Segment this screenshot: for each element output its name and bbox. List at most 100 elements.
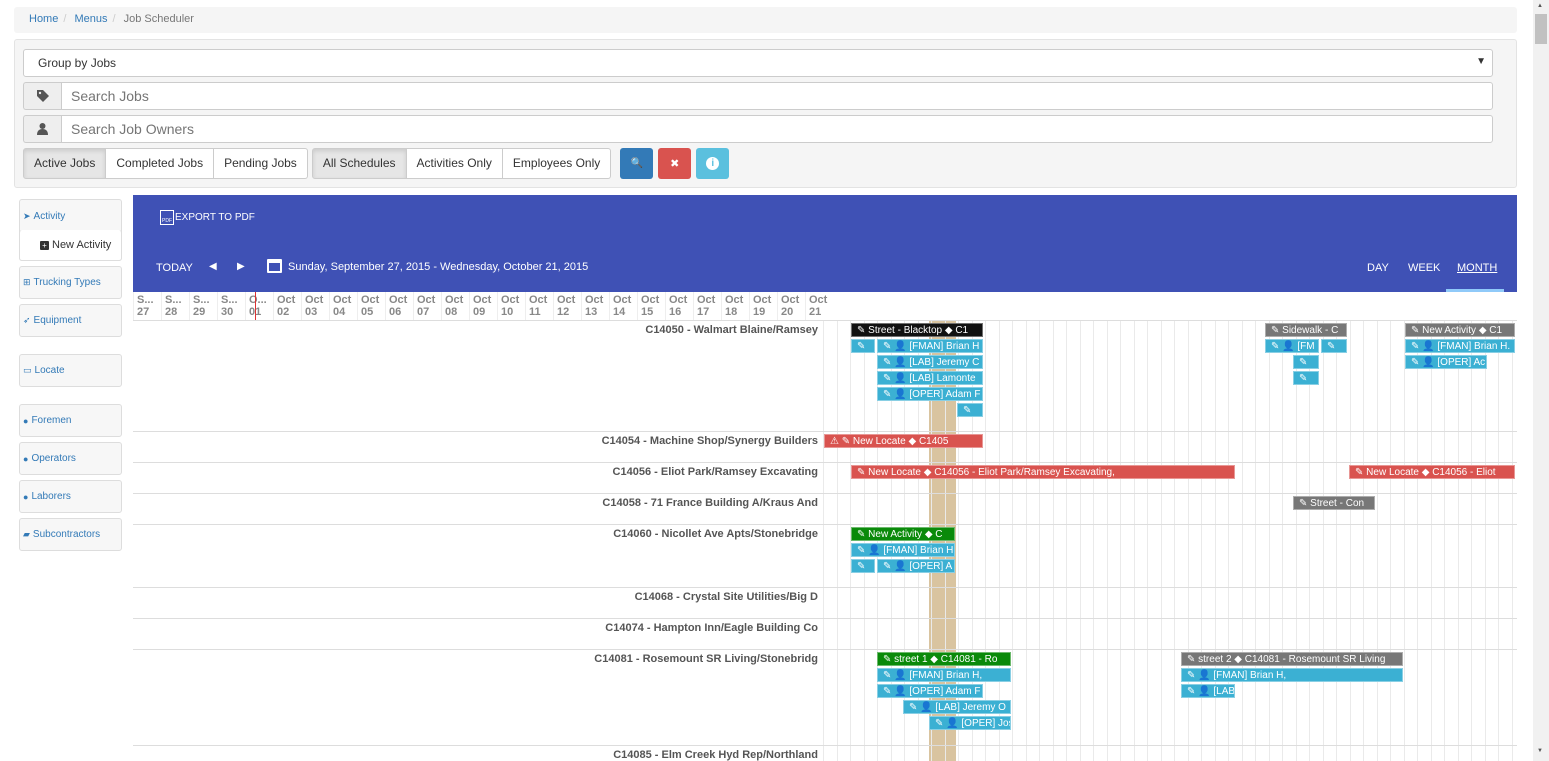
breadcrumb-menus-link[interactable]: Menus xyxy=(74,13,107,25)
breadcrumb-home-link[interactable]: Home xyxy=(29,13,58,25)
day-header: Oct 16 xyxy=(665,292,693,320)
schedule-event[interactable]: ✎ 👤 [FMAN] Brian H, xyxy=(1181,668,1403,682)
scrollbar-thumb[interactable] xyxy=(1535,14,1547,44)
scheduler: PDF EXPORT TO PDF TODAY ◀ ▶ Sunday, Septe… xyxy=(133,195,1517,761)
day-header-month: S... xyxy=(165,294,182,306)
info-button[interactable]: i xyxy=(696,148,730,179)
schedule-event[interactable]: ✎ xyxy=(1293,371,1319,385)
row-divider xyxy=(133,493,1517,494)
schedule-event[interactable]: ✎ xyxy=(851,559,875,573)
schedule-event[interactable]: ✎ 👤 [OPER] Adam F xyxy=(877,684,983,698)
schedule-event[interactable]: ✎ 👤 [LAB xyxy=(1181,684,1235,698)
schedule-event[interactable]: ✎ 👤 [FMAN] Brian H, xyxy=(877,668,1011,682)
day-header: Oct 10 xyxy=(497,292,525,320)
scrollbar[interactable]: ▲ ▼ xyxy=(1533,0,1549,761)
schedule-event[interactable]: ✎ Street - Blacktop ◆ C1 xyxy=(851,323,983,337)
day-header: Oct 19 xyxy=(749,292,777,320)
day-header: Oct 11 xyxy=(525,292,553,320)
rocket-icon: ➶ xyxy=(23,315,31,325)
sidebar-item-label: Subcontractors xyxy=(32,529,101,540)
active-jobs-button[interactable]: Active Jobs xyxy=(23,148,107,179)
schedule-event[interactable]: ✎ 👤 [FMAN] Brian H xyxy=(851,543,955,557)
day-header-date: 08 xyxy=(445,306,458,318)
day-header-month: S... xyxy=(137,294,154,306)
grid-line xyxy=(1039,320,1040,761)
day-header-date: 13 xyxy=(585,306,598,318)
sidebar-item-label: New Activity xyxy=(52,239,112,251)
schedule-event[interactable]: ✎ 👤 [FMAN] Brian H. xyxy=(1405,339,1515,353)
schedule-event[interactable]: ✎ 👤 [LAB] Jeremy C xyxy=(877,355,983,369)
schedule-event[interactable]: ✎ xyxy=(1293,355,1319,369)
grid-line xyxy=(1107,320,1108,761)
today-button[interactable]: TODAY xyxy=(156,262,193,274)
view-month-button[interactable]: MONTH xyxy=(1457,262,1497,274)
view-week-button[interactable]: WEEK xyxy=(1408,262,1440,274)
schedule-event[interactable]: ✎ 👤 [OPER] Adam F xyxy=(877,387,983,401)
sidebar-item-foremen[interactable]: ● Foremen xyxy=(19,404,122,437)
prev-arrow-icon[interactable]: ◀ xyxy=(209,261,217,272)
schedule-event[interactable]: ✎ 👤 [LAB] Lamonte xyxy=(877,371,983,385)
activities-only-button[interactable]: Activities Only xyxy=(406,148,503,179)
sidebar-item-equipment[interactable]: ➶ Equipment xyxy=(19,304,122,337)
day-header: Oct 02 xyxy=(273,292,301,320)
sidebar-item-trucking[interactable]: ⊞ Trucking Types xyxy=(19,266,122,299)
grid-line xyxy=(1282,320,1283,761)
view-day-button[interactable]: DAY xyxy=(1367,262,1389,274)
schedule-event[interactable]: ✎ New Locate ◆ C14056 - Eliot xyxy=(1349,465,1515,479)
schedule-event[interactable]: ✎ xyxy=(957,403,983,417)
scroll-up-icon[interactable]: ▲ xyxy=(1537,3,1543,9)
employees-only-button[interactable]: Employees Only xyxy=(502,148,612,179)
export-pdf-button[interactable]: PDF EXPORT TO PDF xyxy=(160,210,255,225)
grid-line xyxy=(1012,320,1013,761)
schedule-event[interactable]: ✎ Sidewalk - C xyxy=(1265,323,1347,337)
schedule-event[interactable]: ✎ 👤 [OPER] Jos xyxy=(929,716,1011,730)
schedule-event[interactable]: ✎ New Locate ◆ C14056 - Eliot Park/Ramse… xyxy=(851,465,1235,479)
user-icon xyxy=(23,115,61,143)
schedule-event[interactable]: ✎ 👤 [FMAN] Brian H xyxy=(877,339,983,353)
sidebar-item-label: Operators xyxy=(31,453,76,464)
scroll-down-icon[interactable]: ▼ xyxy=(1537,748,1543,754)
grid-line xyxy=(1512,320,1513,761)
grid-line xyxy=(1336,320,1337,761)
all-schedules-button[interactable]: All Schedules xyxy=(311,148,407,179)
schedule-event[interactable]: ✎ Street - Con xyxy=(1293,496,1375,510)
user-icon: ● xyxy=(23,453,29,464)
grid-line xyxy=(1350,320,1351,761)
day-header-date: 28 xyxy=(165,306,178,318)
schedule-event[interactable]: ✎ 👤 [LAB] Jeremy O xyxy=(903,700,1011,714)
schedule-event[interactable]: ✎ New Activity ◆ C xyxy=(851,527,955,541)
day-header: Oct 09 xyxy=(469,292,497,320)
sidebar-item-new-activity[interactable]: + New Activity xyxy=(19,230,122,261)
schedule-event[interactable]: ✎ xyxy=(1321,339,1347,353)
clear-button[interactable]: ✖ xyxy=(658,148,692,179)
grid-line xyxy=(1147,320,1148,761)
calendar-icon[interactable] xyxy=(267,259,282,273)
group-by-select[interactable]: Group by Jobs ▼ xyxy=(23,49,1493,77)
paper-plane-icon: ➤ xyxy=(23,211,31,221)
schedule-event[interactable]: ✎ street 2 ◆ C14081 - Rosemount SR Livin… xyxy=(1181,652,1403,666)
next-arrow-icon[interactable]: ▶ xyxy=(237,261,245,272)
schedule-event[interactable]: ✎ 👤 [FM xyxy=(1265,339,1319,353)
schedule-event[interactable]: ✎ 👤 [OPER] A xyxy=(877,559,955,573)
pending-jobs-button[interactable]: Pending Jobs xyxy=(214,148,308,179)
sidebar-item-label: Activity xyxy=(33,211,66,222)
search-jobs-input[interactable] xyxy=(61,82,1493,110)
sidebar-item-operators[interactable]: ● Operators xyxy=(19,442,122,475)
day-header: Oct 13 xyxy=(581,292,609,320)
search-owners-input[interactable] xyxy=(61,115,1493,143)
grid-line xyxy=(1377,320,1378,761)
sidebar-item-locate[interactable]: ▭ Locate xyxy=(19,354,122,387)
grid-line xyxy=(1269,320,1270,761)
sidebar-item-subcontractors[interactable]: ▰ Subcontractors xyxy=(19,518,122,551)
schedule-event[interactable]: ✎ xyxy=(851,339,875,353)
schedule-event[interactable]: ✎ New Activity ◆ C1 xyxy=(1405,323,1515,337)
completed-jobs-button[interactable]: Completed Jobs xyxy=(106,148,215,179)
sidebar-item-laborers[interactable]: ● Laborers xyxy=(19,480,122,513)
schedule-event[interactable]: ⚠ ✎ New Locate ◆ C1405 xyxy=(824,434,983,448)
job-title: C14074 - Hampton Inn/Eagle Building Co xyxy=(605,622,818,634)
search-owners-group xyxy=(23,115,1493,143)
schedule-event[interactable]: ✎ 👤 [OPER] Ac xyxy=(1405,355,1487,369)
job-title: C14054 - Machine Shop/Synergy Builders xyxy=(601,435,818,447)
search-button[interactable]: 🔍 xyxy=(620,148,654,179)
schedule-event[interactable]: ✎ street 1 ◆ C14081 - Ro xyxy=(877,652,1011,666)
